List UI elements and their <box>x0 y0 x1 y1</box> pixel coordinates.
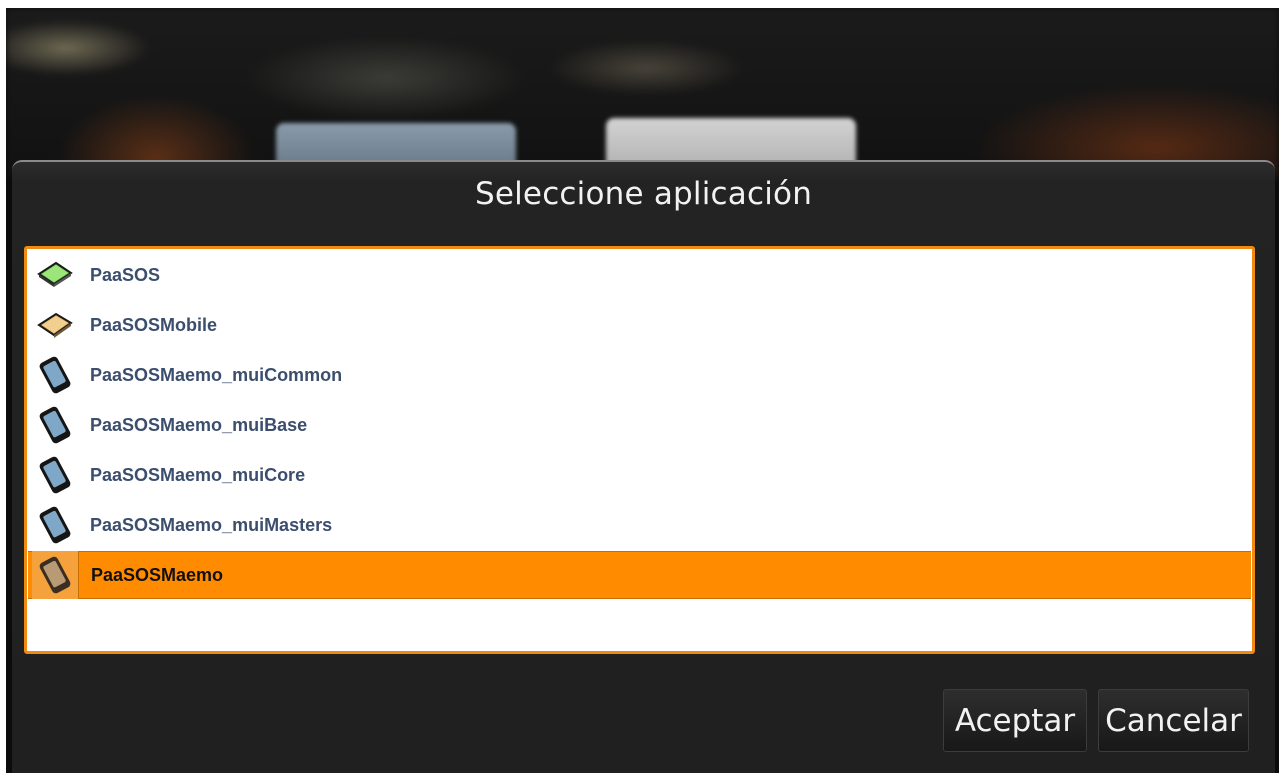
desktop-monitor-green-icon <box>32 252 78 298</box>
list-item-label: PaaSOSMaemo_muiBase <box>90 414 308 435</box>
list-item-paasosmaemo-muicore[interactable]: PaaSOSMaemo_muiCore <box>28 451 1251 499</box>
list-item-paasosmaemo-muibase[interactable]: PaaSOSMaemo_muiBase <box>28 401 1251 449</box>
mobile-phone-icon <box>32 352 78 398</box>
list-item-label: PaaSOSMaemo <box>91 564 224 585</box>
dialog-title: Seleccione aplicación <box>474 176 813 212</box>
cancel-button[interactable]: Cancelar <box>1098 689 1249 752</box>
list-item-paasosmaemo[interactable]: PaaSOSMaemo <box>28 551 1251 599</box>
list-item-label: PaaSOSMaemo_muiCore <box>90 464 306 485</box>
list-item-paasosmaemo-muimasters[interactable]: PaaSOSMaemo_muiMasters <box>28 501 1251 549</box>
list-item-paasos[interactable]: PaaSOS <box>28 251 1251 299</box>
mobile-phone-icon <box>32 452 78 498</box>
tablet-device-tan-icon <box>32 302 78 348</box>
mobile-phone-icon <box>32 502 78 548</box>
accept-button[interactable]: Aceptar <box>943 689 1087 752</box>
mobile-phone-icon <box>32 402 78 448</box>
list-item-label: PaaSOSMaemo_muiCommon <box>90 364 343 385</box>
list-item-label: PaaSOSMobile <box>90 314 218 335</box>
list-item-label: PaaSOS <box>90 264 161 285</box>
screen: Seleccione aplicación PaaSOS PaaSOSMobil… <box>0 0 1285 779</box>
application-list[interactable]: PaaSOS PaaSOSMobile PaaSOSMaemo_muiCommo… <box>24 246 1255 654</box>
list-item-paasosmaemo-muicommon[interactable]: PaaSOSMaemo_muiCommon <box>28 351 1251 399</box>
list-item-label: PaaSOSMaemo_muiMasters <box>90 514 333 535</box>
select-application-dialog: Seleccione aplicación PaaSOS PaaSOSMobil… <box>12 160 1275 773</box>
list-item-paasosmobile[interactable]: PaaSOSMobile <box>28 301 1251 349</box>
mobile-phone-brown-icon <box>32 551 79 599</box>
